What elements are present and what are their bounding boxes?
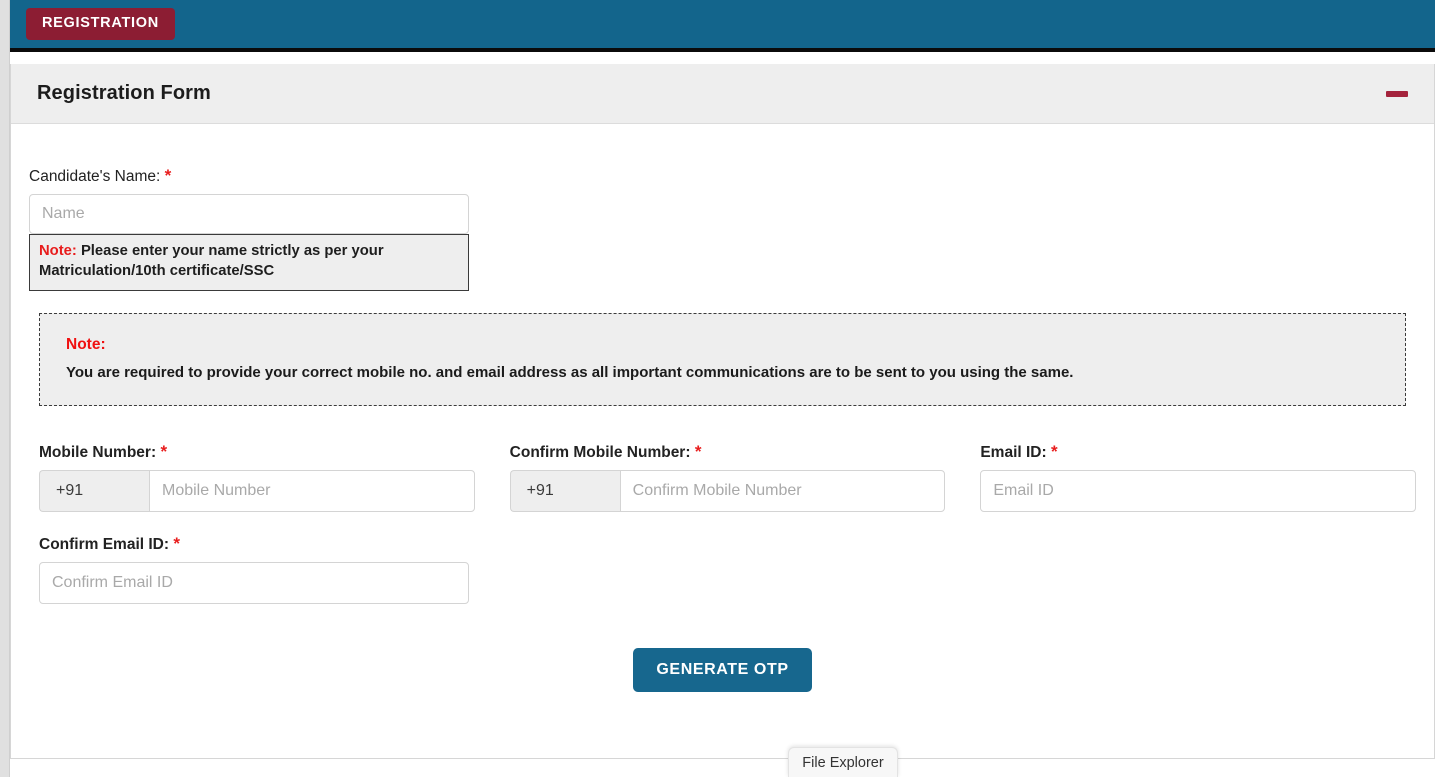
confirm-email-id-block: Confirm Email ID: * [29, 534, 469, 604]
email-id-input[interactable] [980, 470, 1416, 512]
mobile-number-input-group: +91 [39, 470, 475, 512]
candidate-name-label: Candidate's Name: * [29, 166, 469, 186]
contact-fields-row: Mobile Number: * +91 Confirm Mobile Numb… [29, 442, 1416, 512]
taskbar-file-explorer[interactable]: File Explorer [788, 747, 898, 777]
card-body: Candidate's Name: * Note: Please enter y… [11, 124, 1434, 692]
candidate-name-block: Candidate's Name: * Note: Please enter y… [29, 166, 469, 291]
top-navigation-bar: REGISTRATION [10, 0, 1435, 52]
card-header: Registration Form [11, 64, 1434, 124]
confirm-email-id-label: Confirm Email ID: * [39, 534, 469, 554]
required-asterisk: * [1051, 442, 1058, 461]
required-asterisk: * [160, 442, 167, 461]
confirm-mobile-input-group: +91 [510, 470, 946, 512]
note-text: Please enter your name strictly as per y… [39, 243, 384, 279]
confirm-mobile-number-label: Confirm Mobile Number: * [510, 442, 946, 462]
candidate-name-label-text: Candidate's Name: [29, 168, 160, 185]
page-left-gutter [0, 0, 10, 777]
confirm-email-id-input[interactable] [39, 562, 469, 604]
confirm-mobile-number-label-text: Confirm Mobile Number: [510, 444, 691, 461]
page-title: Registration Form [37, 82, 211, 105]
confirm-mobile-number-block: Confirm Mobile Number: * +91 [510, 442, 946, 512]
confirm-mobile-country-code: +91 [510, 470, 620, 512]
required-asterisk: * [695, 442, 702, 461]
note-prefix: Note: [39, 243, 77, 259]
mobile-number-block: Mobile Number: * +91 [39, 442, 475, 512]
nav-tab-registration[interactable]: REGISTRATION [26, 8, 175, 40]
email-id-label: Email ID: * [980, 442, 1416, 462]
confirm-mobile-number-input[interactable] [620, 470, 946, 512]
mobile-number-label-text: Mobile Number: [39, 444, 156, 461]
global-note-heading: Note: [66, 336, 1379, 354]
candidate-name-input[interactable] [29, 194, 469, 234]
mobile-number-input[interactable] [149, 470, 475, 512]
minus-icon[interactable] [1386, 91, 1408, 97]
confirm-email-id-label-text: Confirm Email ID: [39, 536, 169, 553]
required-asterisk: * [173, 534, 180, 553]
mobile-country-code: +91 [39, 470, 149, 512]
mobile-number-label: Mobile Number: * [39, 442, 475, 462]
global-note-box: Note: You are required to provide your c… [39, 313, 1406, 406]
generate-otp-button[interactable]: GENERATE OTP [633, 648, 811, 692]
required-asterisk: * [165, 166, 172, 185]
submit-row: GENERATE OTP [29, 648, 1416, 692]
email-id-label-text: Email ID: [980, 444, 1046, 461]
email-id-block: Email ID: * [980, 442, 1416, 512]
global-note-body: You are required to provide your correct… [66, 364, 1073, 381]
registration-form-card: Registration Form Candidate's Name: * No… [10, 64, 1435, 759]
candidate-name-note: Note: Please enter your name strictly as… [29, 234, 469, 291]
